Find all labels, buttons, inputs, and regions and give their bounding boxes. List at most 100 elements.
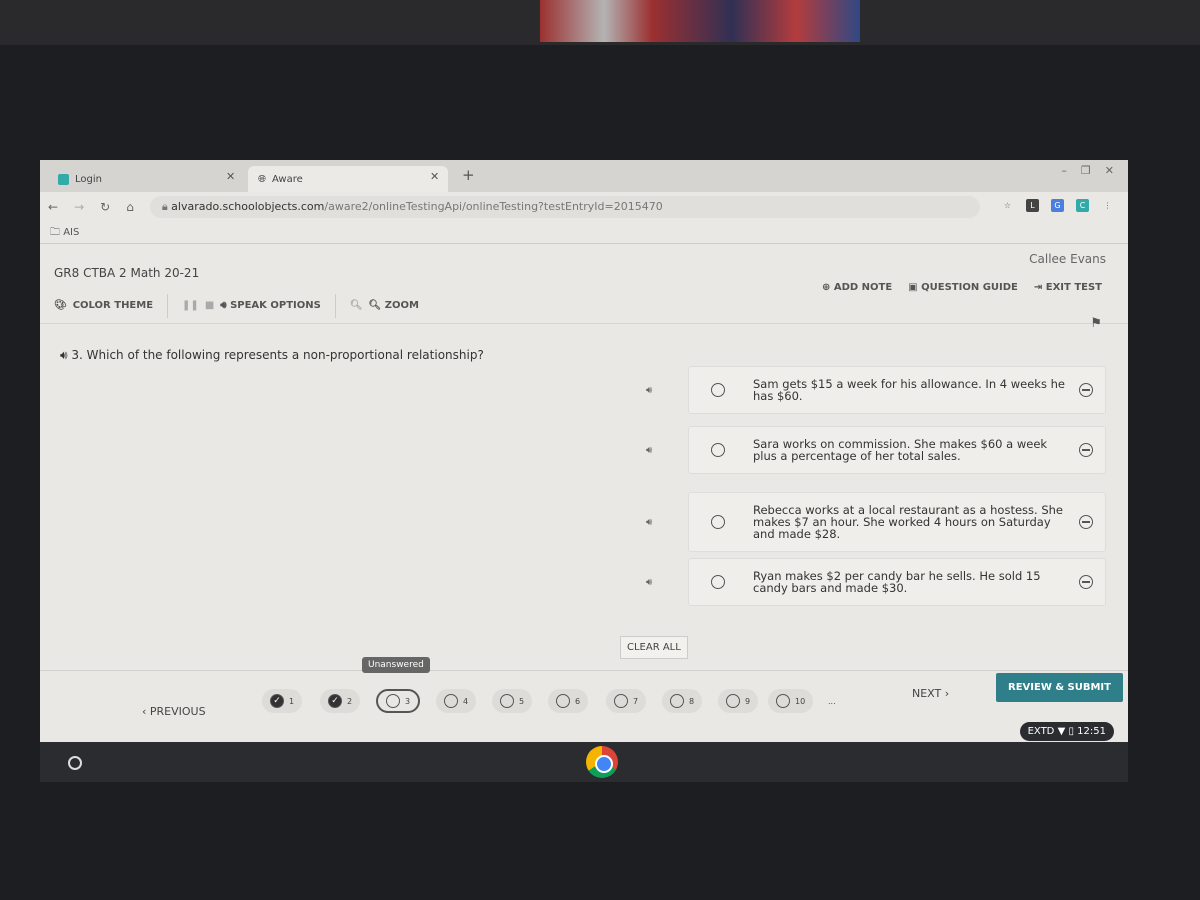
question-pill-6[interactable]: 6 (548, 689, 589, 713)
circle-icon (386, 694, 400, 708)
close-tab-icon[interactable]: ✕ (226, 170, 235, 183)
zoom-out-icon[interactable]: 🔍︎ (350, 300, 363, 311)
question-pill-9[interactable]: 9 (718, 689, 759, 713)
question-number: 7 (633, 696, 639, 706)
eliminate-icon[interactable] (1079, 443, 1093, 457)
speaker-icon: 🔊︎ (220, 300, 227, 311)
answer-option[interactable]: 🔊︎ Rebecca works at a local restaurant as… (646, 492, 1106, 552)
folder-icon: 🗀︎ (50, 227, 60, 238)
login-favicon-icon (58, 173, 69, 185)
star-icon[interactable]: ☆ (1001, 199, 1014, 212)
answer-text: Sara works on commission. She makes $60 … (753, 437, 1048, 463)
check-icon: ✓ (270, 694, 284, 708)
url-domain: alvarado.schoolobjects.com (171, 200, 325, 213)
radio-button[interactable] (711, 575, 725, 589)
pause-icon[interactable]: ❚❚ (182, 300, 199, 311)
question-text: 🔊︎ 3. Which of the following represents … (60, 348, 484, 363)
answer-text: Rebecca works at a local restaurant as a… (753, 503, 1063, 541)
eliminate-icon[interactable] (1079, 515, 1093, 529)
speaker-icon[interactable]: 🔊︎ (646, 385, 682, 396)
forward-icon[interactable]: → (74, 200, 84, 214)
chrome-icon[interactable] (586, 746, 618, 778)
speak-options-button[interactable]: 🔊︎ SPEAK OPTIONS (220, 300, 321, 311)
answer-text: Ryan makes $2 per candy bar he sells. He… (753, 569, 1041, 595)
previous-button[interactable]: ‹ PREVIOUS (142, 705, 206, 718)
label: QUESTION GUIDE (921, 282, 1018, 293)
home-icon[interactable]: ⌂ (126, 200, 134, 214)
clear-all-button[interactable]: CLEAR ALL (620, 636, 688, 659)
eliminate-icon[interactable] (1079, 383, 1093, 397)
circle-icon (500, 694, 514, 708)
circle-icon (670, 694, 684, 708)
question-navigation: ‹ PREVIOUS Unanswered ✓ 1 ✓ 2 3 4 5 6 7 8 9 10... N… (40, 657, 1128, 730)
exit-icon: ⇥ (1033, 282, 1043, 293)
close-window-icon[interactable]: ✕ (1105, 164, 1114, 177)
minimize-icon[interactable]: – (1061, 164, 1067, 177)
new-tab-button[interactable]: + (462, 166, 475, 184)
question-pill-8[interactable]: 8 (662, 689, 703, 713)
question-number: 2 (347, 696, 353, 706)
eliminate-icon[interactable] (1079, 575, 1093, 589)
toolbar-right: ⊕ ADD NOTE ▣ QUESTION GUIDE ⇥ EXIT TEST (822, 282, 1102, 293)
add-note-button[interactable]: ⊕ ADD NOTE (822, 282, 892, 293)
question-number: 3 (405, 696, 411, 706)
extension-translate[interactable]: G (1051, 199, 1064, 212)
question-pill-5[interactable]: 5 (492, 689, 533, 713)
address-bar-row: ← → ↻ ⌂ 🔒︎ alvarado.schoolobjects.com/aware… (40, 192, 1128, 222)
flag-icon[interactable]: ⚑ (1090, 316, 1102, 331)
extension-cloud[interactable]: C (1076, 199, 1089, 212)
zoom-button[interactable]: 🔍︎ ZOOM (369, 300, 419, 311)
question-pill-4[interactable]: 4 (436, 689, 477, 713)
browser-window: Login ✕ 🌐︎ Aware ✕ + – ❐ ✕ ← → ↻ ⌂ 🔒︎ alvarado… (40, 160, 1128, 742)
question-pill-10[interactable]: 10 (768, 689, 814, 713)
palette-icon: 🎨︎ (54, 300, 67, 311)
window-controls: – ❐ ✕ (1061, 164, 1114, 177)
wifi-icon: ▼ (1057, 726, 1066, 737)
tab-label: Login (75, 173, 102, 185)
question-pill-3[interactable]: 3 (376, 689, 421, 713)
radio-button[interactable] (711, 443, 725, 457)
review-submit-button[interactable]: REVIEW & SUBMIT (996, 673, 1123, 702)
question-pill-7[interactable]: 7 (606, 689, 647, 713)
question-number: 4 (463, 696, 469, 706)
answer-option[interactable]: 🔊︎ Ryan makes $2 per candy bar he sells. … (646, 558, 1106, 606)
color-theme-button[interactable]: 🎨︎ COLOR THEME (40, 300, 167, 311)
speaker-icon[interactable]: 🔊︎ (646, 445, 682, 456)
tab-login[interactable]: Login (48, 166, 248, 192)
menu-icon[interactable]: ⋮ (1101, 199, 1114, 212)
circle-icon (444, 694, 458, 708)
status-tray[interactable]: EXTD ▼ ▯ 12:51 (1019, 722, 1114, 741)
battery-icon: ▯ (1068, 726, 1074, 737)
label: ADD NOTE (833, 282, 893, 293)
radio-button[interactable] (711, 383, 725, 397)
stop-icon[interactable]: ■ (205, 300, 214, 311)
radio-button[interactable] (711, 515, 725, 529)
url-input[interactable]: 🔒︎ alvarado.schoolobjects.com/aware2/onl… (149, 196, 980, 218)
answer-option[interactable]: 🔊︎ Sara works on commission. She makes $6… (646, 426, 1106, 474)
question-guide-button[interactable]: ▣ QUESTION GUIDE (908, 282, 1018, 293)
speaker-icon[interactable]: 🔊︎ (646, 517, 682, 528)
speaker-icon[interactable]: 🔊︎ (646, 577, 682, 588)
question-number: 10 (795, 696, 806, 706)
label: NEXT (912, 687, 942, 700)
answer-option[interactable]: 🔊︎ Sam gets $15 a week for his allowance.… (646, 366, 1106, 414)
circle-icon (556, 694, 570, 708)
question-number: 9 (745, 696, 751, 706)
more-questions: ... (828, 696, 836, 706)
close-tab-icon[interactable]: ✕ (430, 170, 439, 183)
question-pill-2[interactable]: ✓ 2 (320, 689, 361, 713)
back-icon[interactable]: ← (48, 200, 58, 214)
question-pill-1[interactable]: ✓ 1 (262, 689, 303, 713)
label: ZOOM (384, 300, 419, 311)
bookmark-ais[interactable]: AIS (63, 227, 79, 238)
launcher-icon[interactable] (68, 756, 82, 770)
exit-test-button[interactable]: ⇥ EXIT TEST (1034, 282, 1102, 293)
circle-icon (614, 694, 628, 708)
speaker-icon[interactable]: 🔊︎ (60, 348, 68, 362)
restore-icon[interactable]: ❐ (1081, 164, 1091, 177)
extension-l[interactable]: L (1026, 199, 1039, 212)
next-button[interactable]: NEXT › (912, 687, 949, 700)
tab-aware[interactable]: 🌐︎ Aware (248, 166, 448, 192)
reload-icon[interactable]: ↻ (100, 200, 110, 214)
extensions: ☆ L G C ⋮ (1001, 199, 1114, 212)
